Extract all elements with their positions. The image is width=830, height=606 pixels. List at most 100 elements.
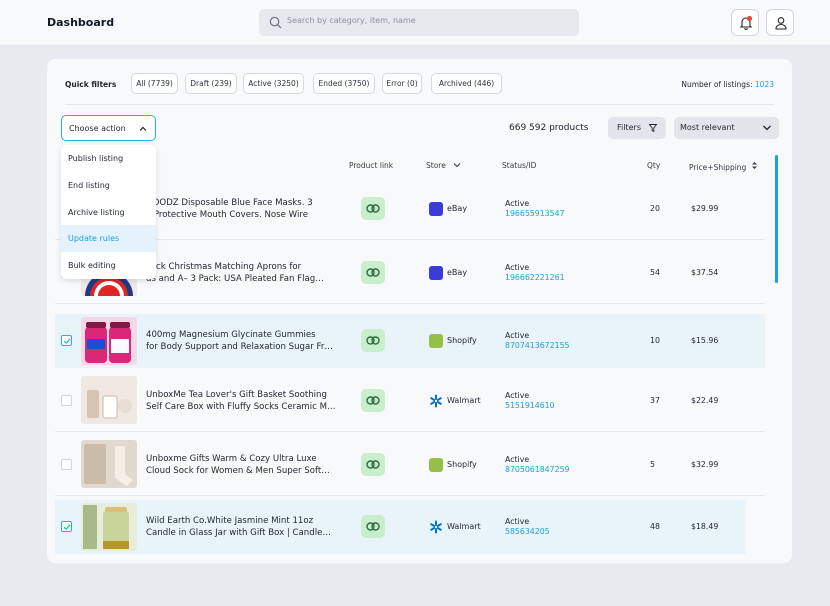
menu-item-bulk-editing[interactable]: Bulk editing: [61, 252, 156, 279]
column-header-status[interactable]: Status/ID: [502, 161, 536, 170]
row-checkbox[interactable]: [61, 459, 72, 470]
products-count: 669 592 products: [509, 123, 589, 133]
listings-count-label: Number of listings:: [681, 80, 753, 89]
choose-action-dropdown[interactable]: Choose action: [61, 115, 156, 141]
shopify-icon: [429, 334, 443, 348]
row-checkbox[interactable]: [61, 395, 72, 406]
choose-action-label: Choose action: [69, 124, 126, 133]
filter-chip-ended[interactable]: Ended (3750): [313, 73, 375, 94]
sort-dropdown[interactable]: Most relevant: [674, 117, 779, 139]
filter-chip-active[interactable]: Active (3250): [243, 73, 304, 94]
listing-id-link[interactable]: 196655913547: [505, 209, 565, 218]
quantity: 5: [650, 460, 655, 469]
link-icon: [366, 460, 380, 469]
search-input[interactable]: Search by category, item, name: [259, 9, 579, 36]
gift-basket-icon: [87, 390, 132, 419]
product-link-button[interactable]: [361, 329, 385, 352]
menu-item-archive-listing[interactable]: Archive listing: [61, 199, 156, 226]
checkmark-icon: [63, 524, 71, 531]
menu-item-publish-listing[interactable]: Publish listing: [61, 145, 156, 172]
store-name: eBay: [447, 268, 468, 277]
filter-chip-archived[interactable]: Archived (446): [431, 73, 502, 94]
row-divider: [55, 495, 765, 496]
product-thumbnail: [81, 376, 137, 424]
chevron-down-icon: [763, 125, 771, 131]
listing-id-link[interactable]: 196662221261: [505, 273, 565, 282]
cozy-socks-icon: [84, 444, 133, 486]
listing-id-link[interactable]: 5151914610: [505, 401, 555, 410]
column-header-store[interactable]: Store: [426, 161, 461, 170]
listing-id-link[interactable]: 585634205: [505, 527, 550, 536]
product-link-button[interactable]: [361, 261, 385, 284]
price: $37.54: [691, 268, 719, 277]
user-icon: [775, 17, 787, 30]
status-label: Active: [505, 517, 530, 526]
table-row[interactable]: Wild Earth Co.White Jasmine Mint 11oz Ca…: [55, 500, 746, 554]
menu-item-update-rules[interactable]: Update rules: [61, 225, 156, 252]
column-header-product-link[interactable]: Product link: [349, 161, 393, 170]
action-menu: Publish listing End listing Archive list…: [61, 145, 156, 279]
filter-chip-error[interactable]: Error (0): [382, 73, 422, 94]
product-name[interactable]: 400mg Magnesium Glycinate Gummies for Bo…: [146, 329, 351, 353]
candle-jar-icon: [83, 505, 129, 549]
product-name-line1: 400mg Magnesium Glycinate Gummies: [146, 330, 316, 340]
table-row[interactable]: GOODZ Disposable Blue Face Masks. 3 y Pr…: [55, 176, 765, 240]
chevron-up-icon: [139, 126, 147, 131]
filters-button[interactable]: Filters: [608, 117, 666, 139]
filter-chip-all[interactable]: All (7739): [131, 73, 178, 94]
product-name[interactable]: GOODZ Disposable Blue Face Masks. 3 y Pr…: [146, 197, 351, 221]
gummies-bottles-icon: [85, 322, 131, 363]
walmart-icon: [430, 520, 442, 534]
column-header-price[interactable]: Price+Shipping: [689, 161, 758, 172]
menu-item-end-listing[interactable]: End listing: [61, 172, 156, 199]
table-row[interactable]: Pack Christmas Matching Aprons for ds an…: [55, 240, 765, 304]
user-menu-button[interactable]: [766, 9, 794, 36]
row-checkbox-checked[interactable]: [61, 521, 72, 532]
link-icon: [366, 268, 380, 277]
price: $15.96: [691, 336, 719, 345]
product-name[interactable]: Pack Christmas Matching Aprons for ds an…: [146, 261, 351, 285]
product-name-line1: UnboxMe Tea Lover's Gift Basket Soothing: [146, 390, 327, 400]
price: $29.99: [691, 204, 719, 213]
quantity: 48: [650, 522, 660, 531]
table-row[interactable]: UnboxMe Tea Lover's Gift Basket Soothing…: [55, 368, 765, 432]
quantity: 54: [650, 268, 660, 277]
product-name-line2: ds and A– 3 Pack: USA Pleated Fan Flag…: [146, 274, 324, 284]
column-header-qty[interactable]: Qty: [647, 161, 660, 170]
store-name: eBay: [447, 204, 468, 213]
ebay-icon: [429, 202, 443, 216]
vertical-scrollbar[interactable]: [775, 155, 778, 283]
product-name[interactable]: Wild Earth Co.White Jasmine Mint 11oz Ca…: [146, 515, 351, 539]
shopify-icon: [429, 458, 443, 472]
table-row[interactable]: Unboxme Gifts Warm & Cozy Ultra Luxe Clo…: [55, 432, 765, 496]
link-icon: [366, 396, 380, 405]
search-placeholder: Search by category, item, name: [287, 16, 416, 25]
quantity: 37: [650, 396, 660, 405]
store-header-label: Store: [426, 161, 446, 170]
product-link-button[interactable]: [361, 453, 385, 476]
product-name-line1: Unboxme Gifts Warm & Cozy Ultra Luxe: [146, 454, 317, 464]
product-name[interactable]: UnboxMe Tea Lover's Gift Basket Soothing…: [146, 389, 351, 413]
notifications-button[interactable]: [731, 9, 759, 36]
search-icon: [269, 16, 282, 29]
row-divider: [55, 303, 765, 304]
ebay-icon: [429, 266, 443, 280]
product-link-button[interactable]: [361, 197, 385, 220]
sort-label: Most relevant: [680, 123, 735, 132]
filter-chip-draft[interactable]: Draft (239): [185, 73, 237, 94]
status-label: Active: [505, 199, 530, 208]
product-link-button[interactable]: [361, 515, 385, 538]
listing-id-link[interactable]: 8705061847259: [505, 465, 570, 474]
row-checkbox-checked[interactable]: [61, 335, 72, 346]
price: $22.49: [691, 396, 719, 405]
listings-count-value: 1023: [754, 80, 774, 89]
sort-icon: [751, 162, 757, 169]
product-name-line2: y Protective Mouth Covers. Nose Wire: [146, 210, 308, 220]
listing-id-link[interactable]: 8707413672155: [505, 341, 570, 350]
filters-label: Filters: [617, 123, 641, 132]
product-link-button[interactable]: [361, 389, 385, 412]
table-row[interactable]: 400mg Magnesium Glycinate Gummies for Bo…: [55, 314, 765, 368]
product-name[interactable]: Unboxme Gifts Warm & Cozy Ultra Luxe Clo…: [146, 453, 351, 477]
status-label: Active: [505, 391, 530, 400]
walmart-icon: [430, 394, 442, 408]
